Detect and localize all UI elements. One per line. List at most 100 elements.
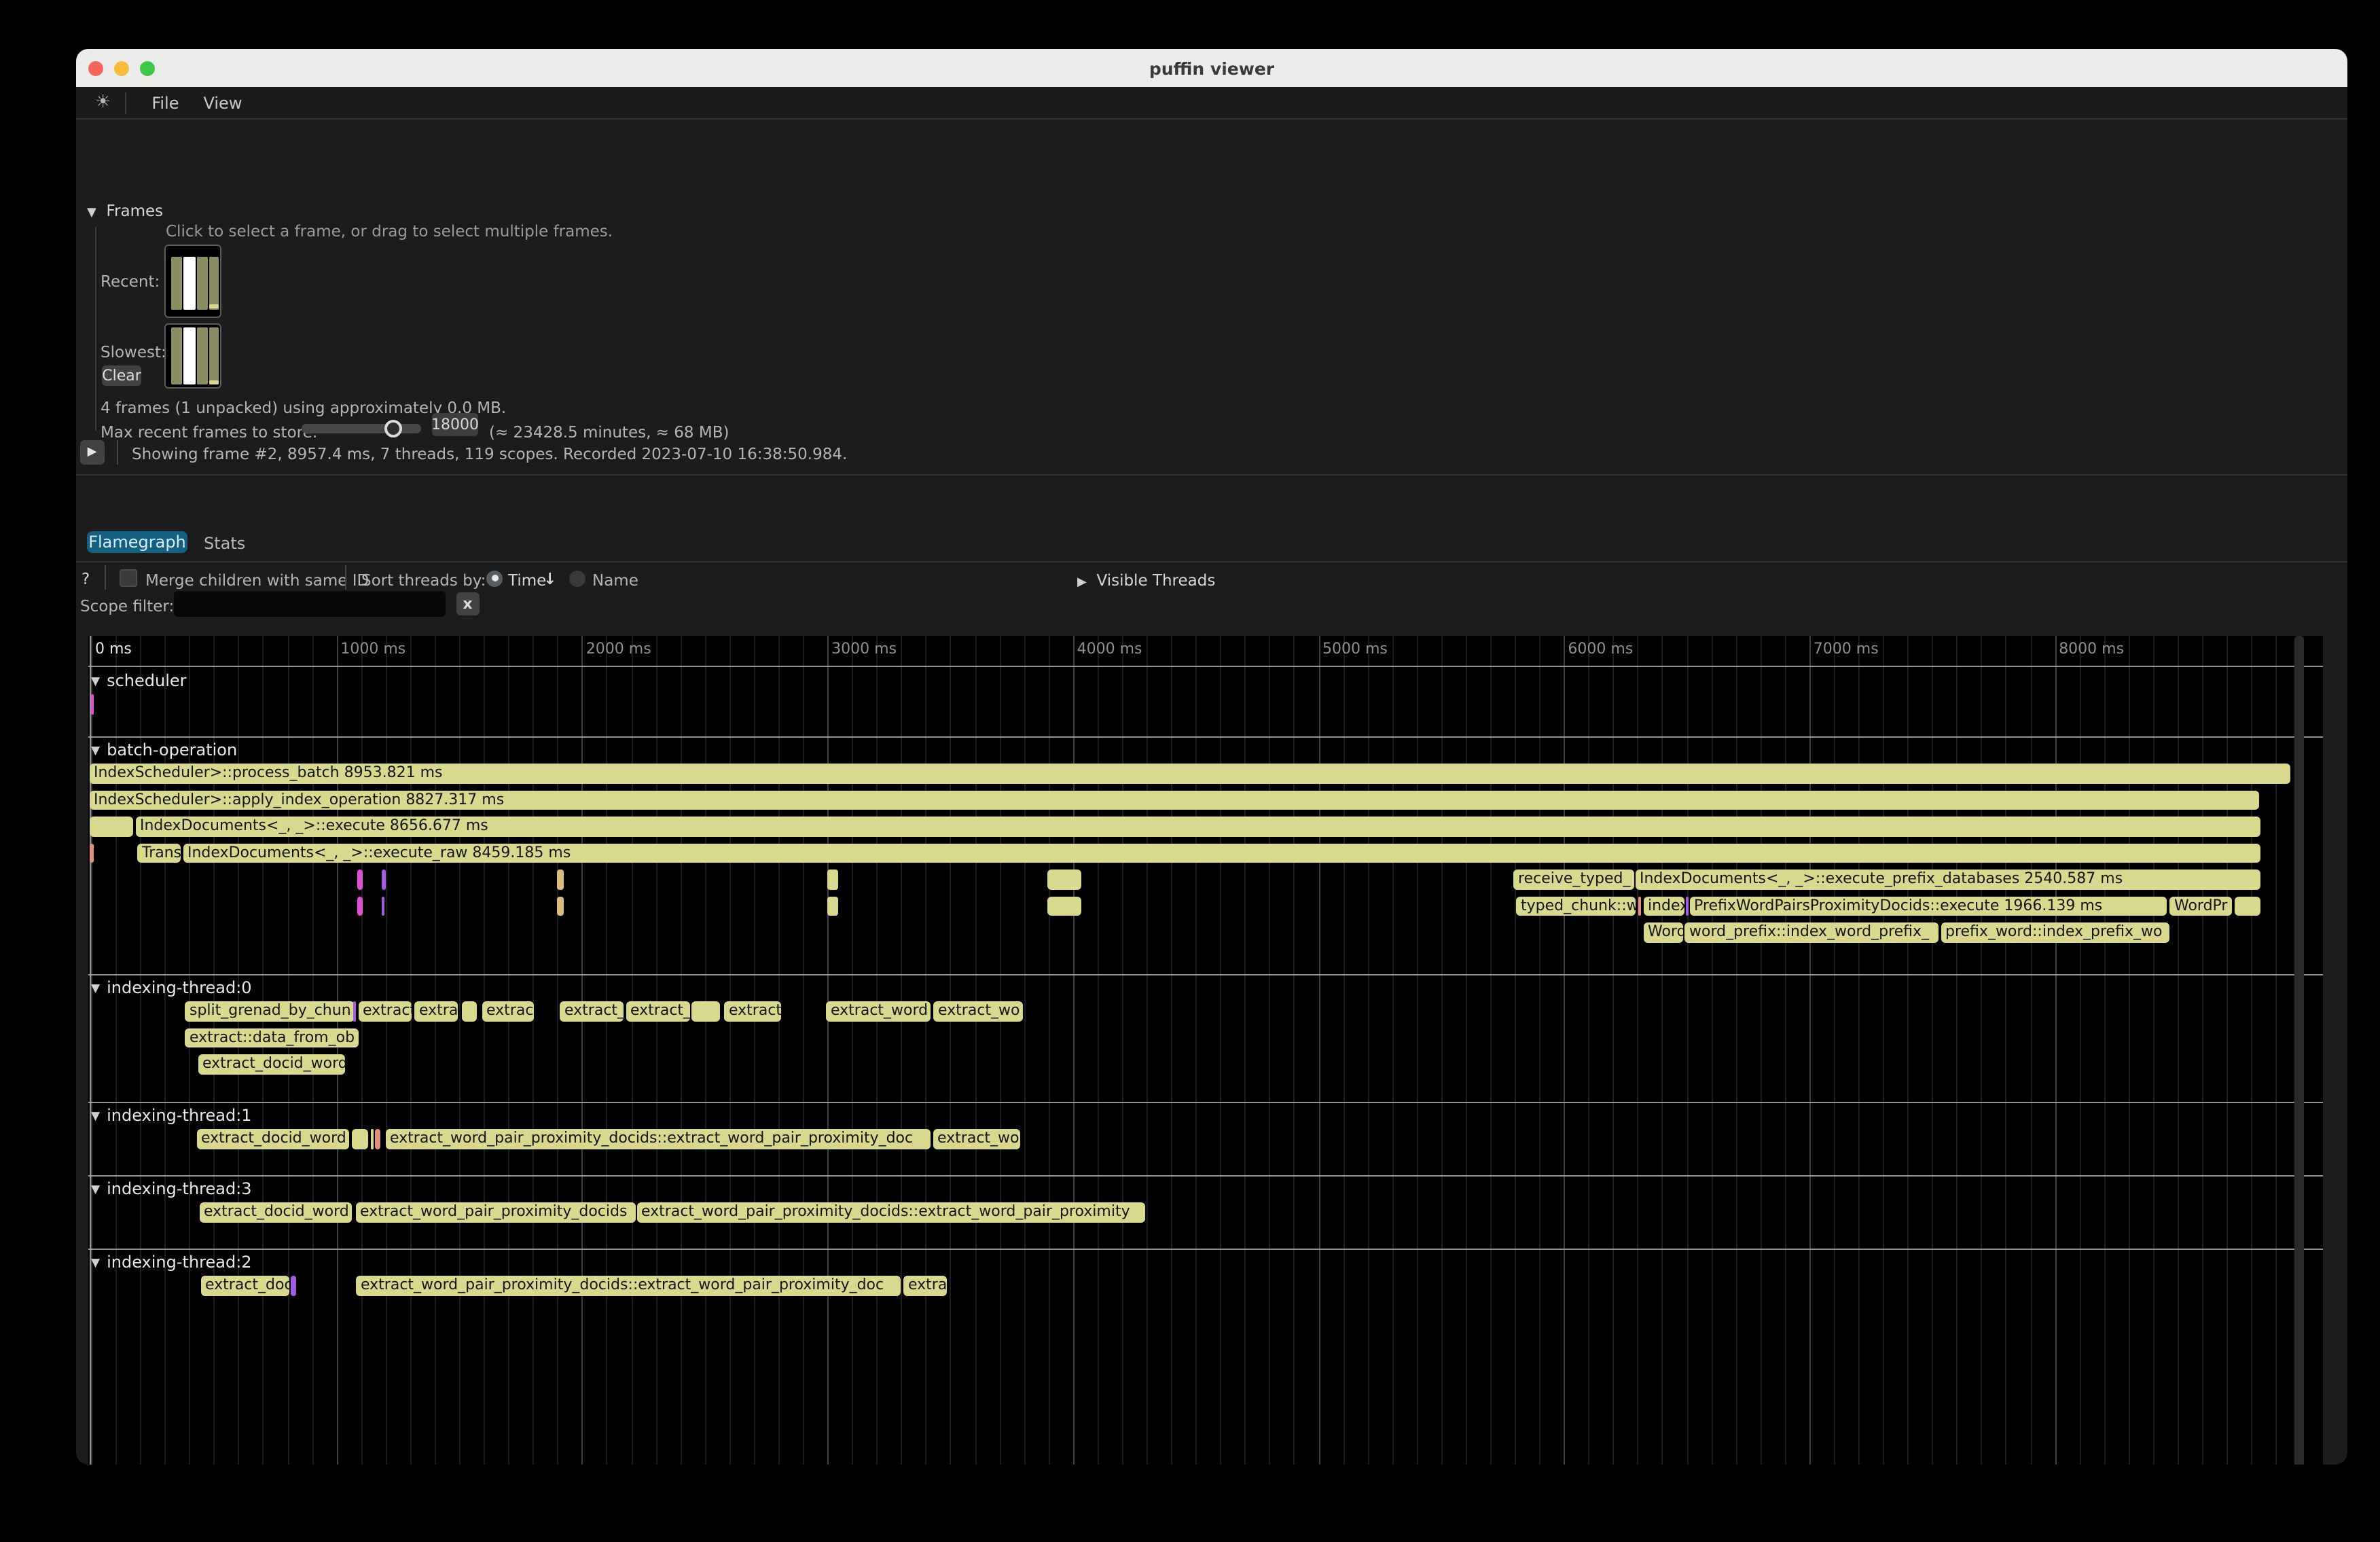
max-frames-value[interactable]: 18000 — [432, 412, 478, 436]
max-frames-slider[interactable] — [302, 424, 421, 433]
scope-bar[interactable]: IndexScheduler>::process_batch 8953.821 … — [89, 764, 2290, 783]
scope-bar[interactable]: Trans — [137, 843, 181, 863]
scrollbar[interactable] — [2294, 636, 2303, 1465]
thread-header[interactable]: ▼indexing-thread:2 — [91, 1253, 252, 1272]
sort-direction-arrow-icon[interactable]: ↓ — [543, 569, 556, 588]
scope-bar[interactable] — [1047, 896, 1081, 916]
recent-frames-thumbnail[interactable] — [164, 245, 221, 318]
scope-bar[interactable]: extrac — [482, 1001, 533, 1021]
scope-bar[interactable] — [381, 869, 386, 889]
scope-bar[interactable] — [557, 869, 564, 889]
scope-bar[interactable] — [691, 1001, 720, 1021]
scope-bar[interactable]: extract — [358, 1001, 412, 1021]
scope-bar[interactable]: extract_ — [626, 1001, 689, 1021]
scope-bar[interactable] — [827, 869, 838, 889]
scope-bar[interactable]: extract::data_from_ob — [185, 1028, 358, 1047]
scope-bar[interactable] — [90, 694, 93, 715]
scope-bar[interactable] — [375, 1129, 380, 1149]
scope-bar[interactable]: word_prefix::index_word_prefix_ — [1684, 922, 1938, 942]
clear-filter-button[interactable]: x — [456, 592, 479, 615]
scope-bar[interactable] — [351, 1129, 368, 1149]
merge-children-checkbox[interactable] — [120, 569, 137, 586]
scope-bar[interactable] — [462, 1001, 477, 1021]
scope-bar[interactable] — [89, 817, 132, 836]
menu-file[interactable]: File — [139, 93, 191, 112]
help-button[interactable]: ? — [82, 569, 90, 588]
menu-view[interactable]: View — [192, 93, 255, 112]
scope-bar[interactable] — [1047, 869, 1081, 889]
thread-header[interactable]: ▼scheduler — [91, 671, 187, 690]
minimize-button[interactable] — [114, 60, 129, 75]
play-button[interactable]: ▶ — [80, 440, 104, 465]
scope-bar[interactable] — [557, 896, 564, 916]
scope-bar[interactable]: extra — [414, 1001, 457, 1021]
scope-bar[interactable]: Word — [1643, 922, 1682, 942]
frame-bar-selected[interactable] — [183, 257, 195, 310]
sort-time-radio[interactable] — [486, 570, 503, 586]
scope-bar[interactable] — [89, 843, 93, 863]
sort-time-label[interactable]: Time — [508, 571, 546, 590]
scope-bar[interactable] — [1686, 896, 1689, 916]
scope-bar[interactable]: extract_wo — [933, 1129, 1020, 1149]
scope-bar[interactable]: index — [1643, 896, 1684, 916]
scope-bar[interactable] — [357, 869, 362, 889]
merge-children-label[interactable]: Merge children with same ID — [145, 571, 369, 590]
frame-bar-selected[interactable] — [183, 327, 195, 384]
sort-name-label[interactable]: Name — [592, 571, 638, 590]
sort-name-radio[interactable] — [569, 570, 585, 586]
scope-bar[interactable] — [827, 896, 838, 916]
scope-bar[interactable]: IndexDocuments<_, _>::execute_raw 8459.1… — [183, 843, 2260, 863]
theme-toggle-icon[interactable]: ☀ — [95, 92, 111, 113]
scope-bar[interactable] — [371, 1129, 374, 1149]
frame-bar[interactable] — [197, 257, 207, 310]
scope-bar[interactable] — [357, 896, 362, 916]
scope-bar[interactable]: extract_docid_word — [199, 1202, 352, 1222]
thread-header[interactable]: ▼indexing-thread:0 — [91, 978, 252, 997]
close-button[interactable] — [88, 60, 103, 75]
scope-bar[interactable]: PrefixWordPairsProximityDocids::execute … — [1689, 896, 2166, 916]
scope-bar[interactable]: extract — [724, 1001, 780, 1021]
scope-bar[interactable] — [2235, 896, 2260, 916]
frame-bar[interactable] — [209, 327, 219, 384]
thread-header[interactable]: ▼indexing-thread:3 — [91, 1179, 252, 1198]
scope-filter-input[interactable] — [173, 591, 445, 616]
frame-bar[interactable] — [170, 257, 181, 310]
scope-bar[interactable]: extract_docid_word — [196, 1129, 348, 1149]
scope-bar[interactable]: extract_word_pair_proximity_docids::extr… — [356, 1276, 901, 1295]
frames-section-header[interactable]: ▼ Frames — [87, 201, 163, 220]
scope-bar[interactable]: WordPr — [2169, 896, 2232, 916]
frame-bar[interactable] — [170, 327, 181, 384]
scope-bar[interactable] — [1638, 896, 1641, 916]
scope-bar[interactable]: extract_word_pair_proximity_docids::extr… — [636, 1202, 1145, 1222]
scope-bar[interactable]: extract_word — [826, 1001, 930, 1021]
scope-bar[interactable]: split_grenad_by_chun — [185, 1001, 355, 1021]
scope-bar[interactable]: IndexDocuments<_, _>::execute_prefix_dat… — [1635, 869, 2260, 889]
scope-bar[interactable]: receive_typed_ — [1513, 869, 1634, 889]
thread-header[interactable]: ▼indexing-thread:1 — [91, 1106, 252, 1125]
tab-flamegraph[interactable]: Flamegraph — [87, 531, 187, 552]
thread-header[interactable]: ▼batch-operation — [91, 740, 237, 759]
scope-bar[interactable]: extract_word_pair_proximity_docids::extr… — [385, 1129, 930, 1149]
scope-bar[interactable]: extract_doc — [200, 1276, 289, 1295]
scope-bar[interactable]: extract_wo — [933, 1001, 1022, 1021]
scope-bar[interactable]: extract_word_pair_proximity_docids — [355, 1202, 635, 1222]
scope-bar[interactable]: IndexScheduler>::apply_index_operation 8… — [89, 790, 2259, 810]
flamegraph-canvas[interactable]: 0 ms0 ms1000 ms1000 ms2000 ms2000 ms3000… — [88, 636, 2323, 1465]
visible-threads-header[interactable]: ▶ Visible Threads — [1077, 571, 1215, 590]
tab-stats[interactable]: Stats — [204, 534, 245, 553]
scope-bar[interactable] — [381, 896, 384, 916]
scope-bar[interactable]: extract_ — [560, 1001, 623, 1021]
scope-bar[interactable]: extrac — [903, 1276, 947, 1295]
scope-bar[interactable] — [353, 1001, 355, 1021]
frame-bar[interactable] — [197, 327, 207, 384]
frame-bar[interactable] — [209, 257, 219, 310]
slider-knob[interactable] — [384, 420, 402, 437]
clear-button[interactable]: Clear — [102, 365, 141, 386]
scope-bar[interactable]: IndexDocuments<_, _>::execute 8656.677 m… — [135, 817, 2260, 836]
slowest-frames-thumbnail[interactable] — [164, 323, 221, 389]
scope-bar[interactable] — [290, 1276, 296, 1295]
scope-bar[interactable]: extract_docid_word — [198, 1054, 345, 1074]
zoom-button[interactable] — [140, 60, 155, 75]
scope-bar[interactable]: typed_chunk::w — [1516, 896, 1635, 916]
scope-bar[interactable]: prefix_word::index_prefix_wo — [1941, 922, 2169, 942]
